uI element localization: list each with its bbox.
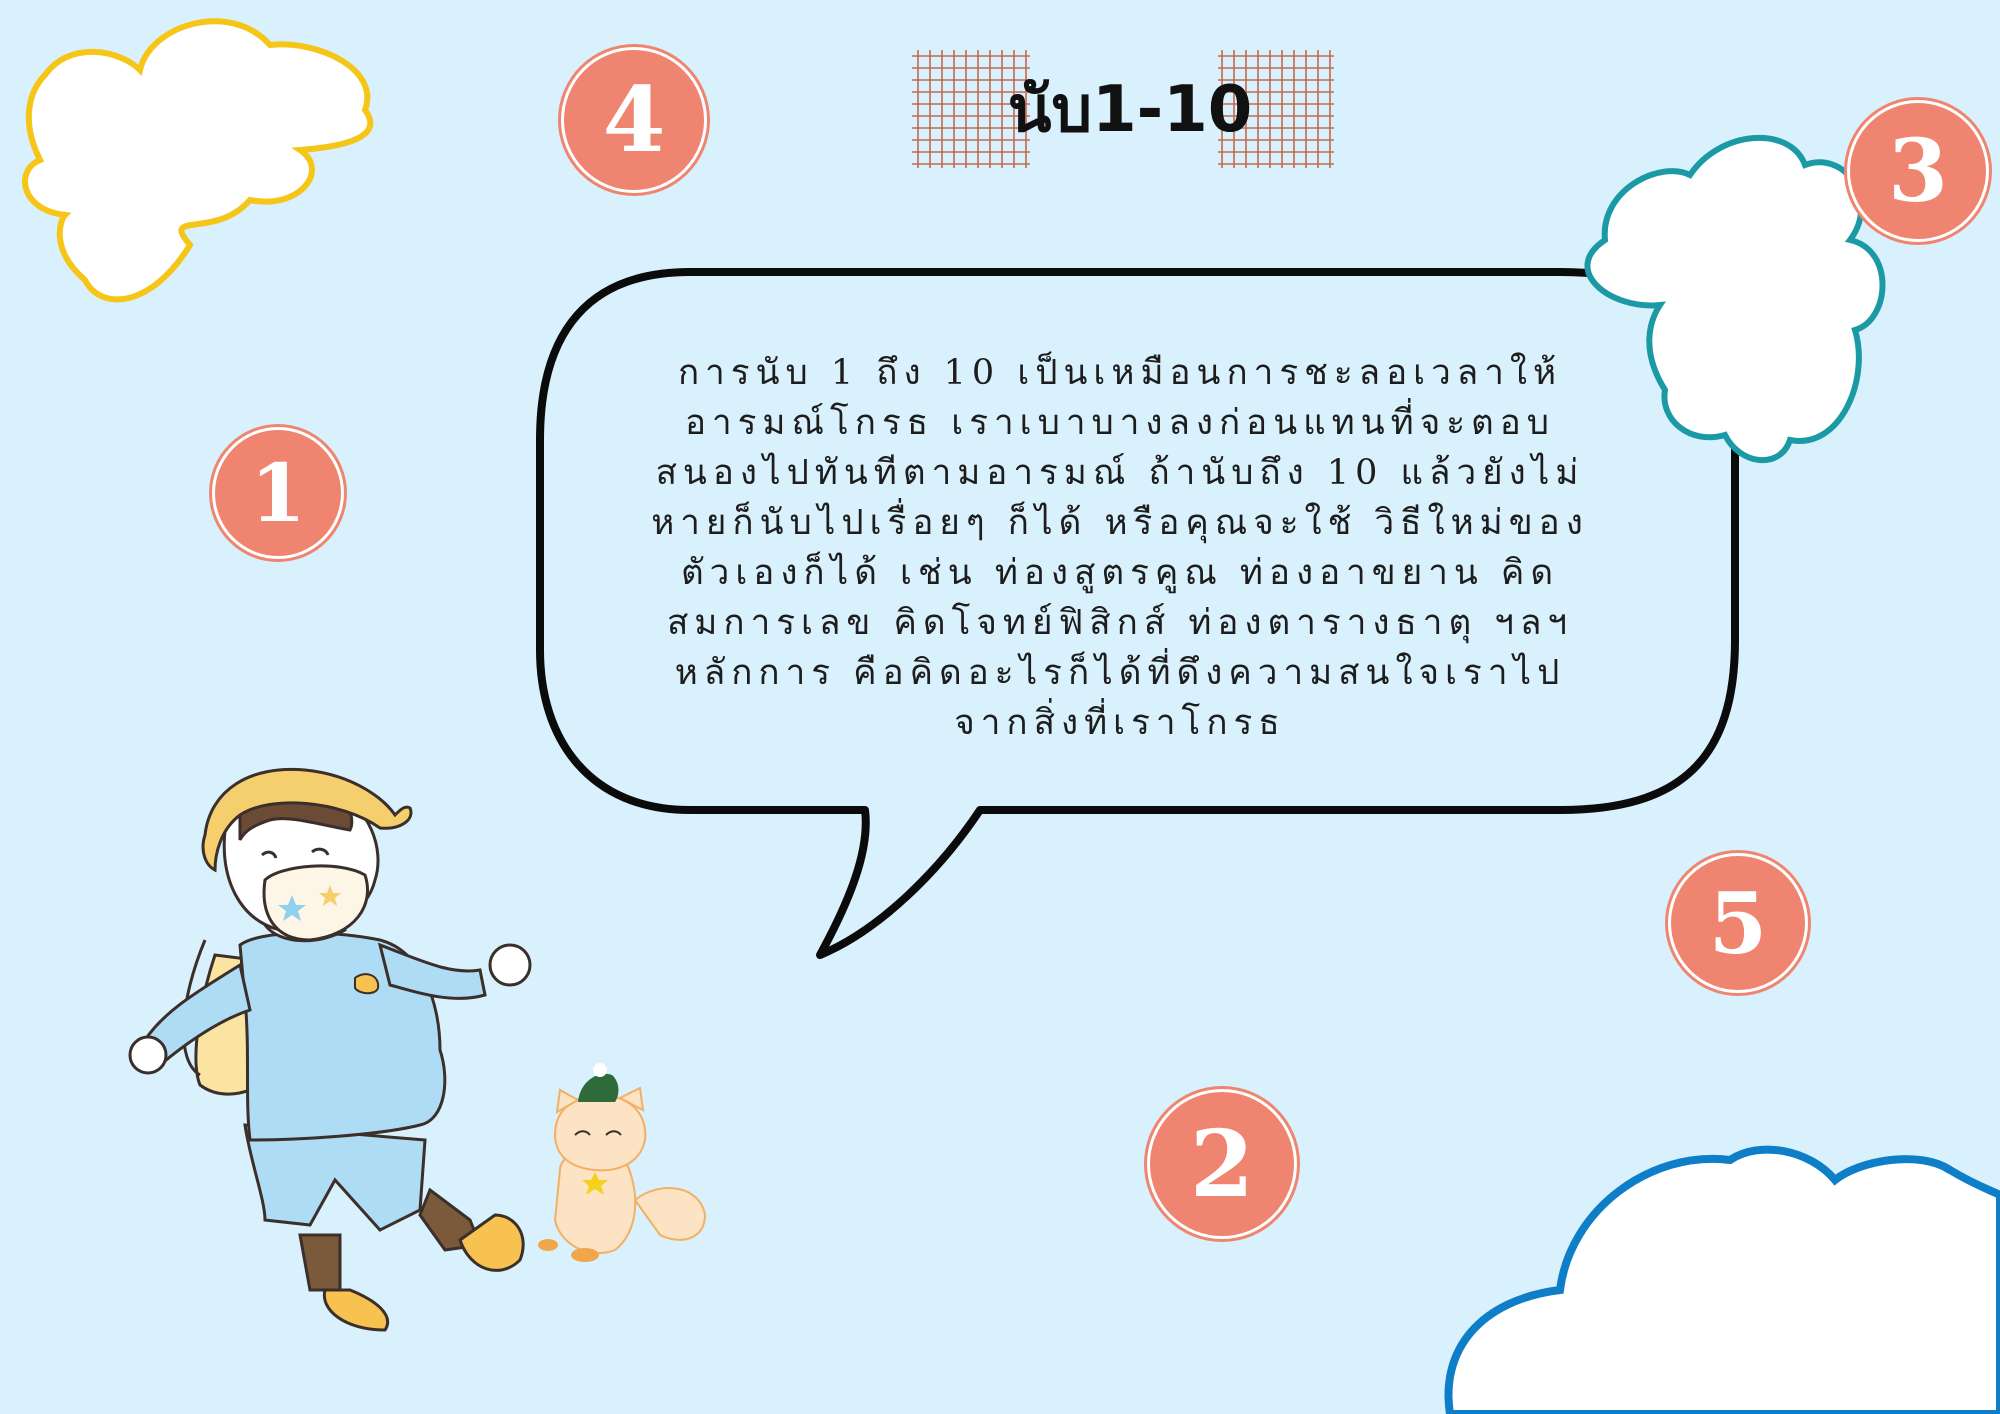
message-line: สนองไปทันทีตามอารมณ์ ถ้านับถึง 10 แล้วยั… [655, 453, 1585, 493]
number-badge-1: 1 [212, 427, 344, 559]
message-line: การนับ 1 ถึง 10 เป็นเหมือนการชะลอเวลาให้ [677, 353, 1563, 393]
number-badge-2: 2 [1147, 1089, 1297, 1239]
page-title: นับ1-10 [1007, 73, 1253, 147]
number-badge-4: 4 [561, 47, 707, 193]
message-line: ตัวเองก็ได้ เช่น ท่องสูตรคูณ ท่องอาขยาน … [680, 553, 1560, 593]
cat-illustration [538, 1063, 707, 1262]
speech-bubble-text: การนับ 1 ถึง 10 เป็นเหมือนการชะลอเวลาให้… [600, 348, 1640, 748]
child-illustration [128, 767, 532, 1332]
blue-cloud [1444, 1145, 2000, 1414]
message-line: อารมณ์โกรธ เราเบาบางลงก่อนแทนที่จะตอบ [684, 403, 1556, 443]
number-badge-3: 3 [1847, 100, 1989, 242]
message-line: หายก็นับไปเรื่อยๆ ก็ได้ หรือคุณจะใช้ วิธ… [651, 503, 1589, 543]
number-badge-5: 5 [1668, 853, 1808, 993]
message-line: หลักการ คือคิดอะไรก็ได้ที่ดึงความสนใจเรา… [674, 653, 1566, 693]
message-line: จากสิ่งที่เราโกรธ [954, 703, 1286, 743]
yellow-cloud [22, 18, 374, 303]
message-line: สมการเลข คิดโจทย์ฟิสิกส์ ท่องตารางธาตุ ฯ… [666, 603, 1574, 643]
